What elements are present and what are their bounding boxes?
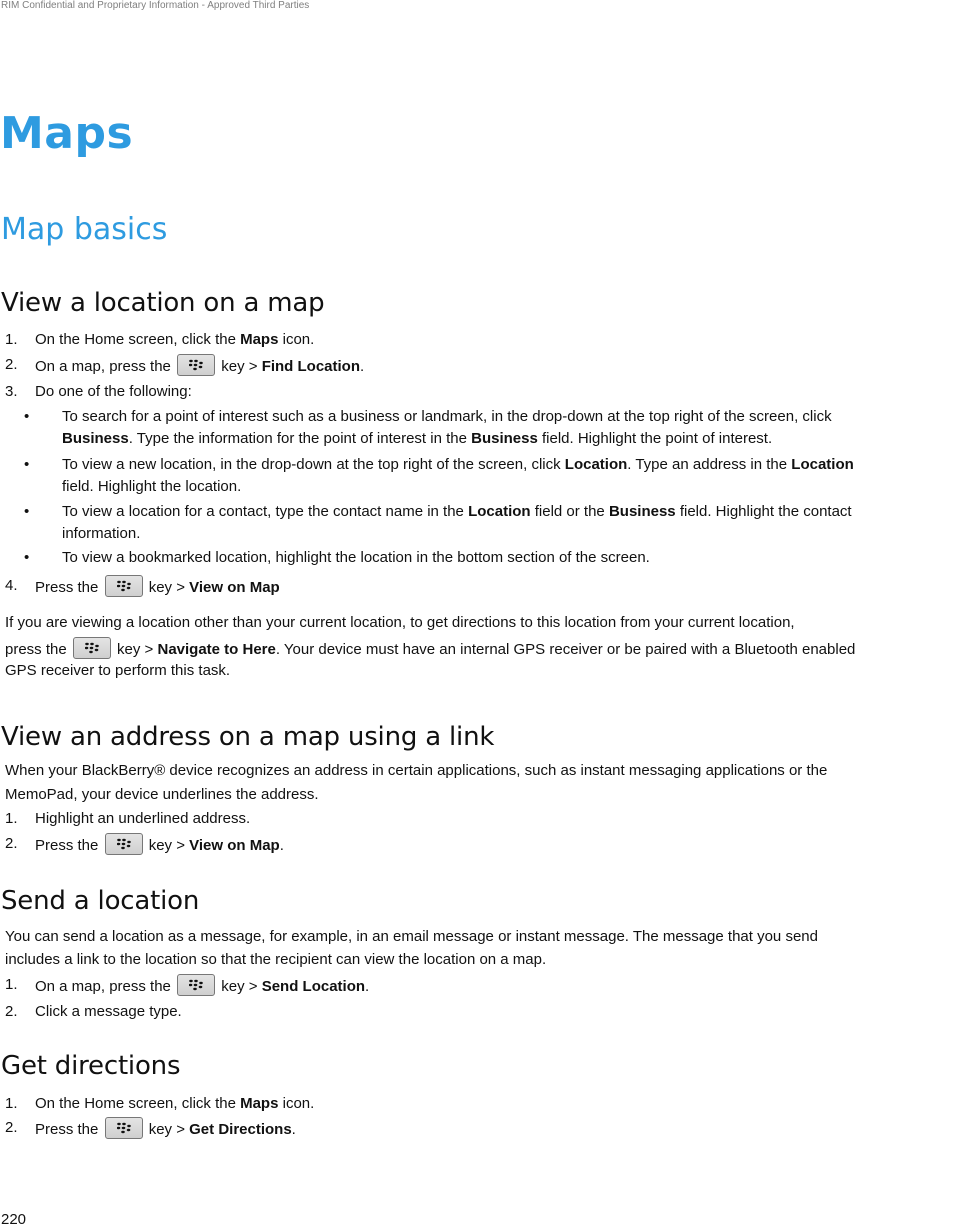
step-text: On a map, press the key > Send Location.	[35, 974, 369, 998]
bullet-icon: •	[24, 408, 30, 425]
blackberry-menu-key-icon	[104, 575, 143, 597]
step-number: 2.	[5, 1003, 18, 1020]
blackberry-menu-key-icon	[72, 637, 111, 659]
step-text: Press the key > Get Directions.	[35, 1117, 296, 1141]
bullet-icon: •	[24, 456, 30, 473]
step-text: On the Home screen, click the Maps icon.	[35, 1095, 315, 1112]
step-text: Press the key > View on Map	[35, 575, 280, 599]
confidentiality-header: RIM Confidential and Proprietary Informa…	[1, 0, 310, 11]
heading-view-address: View an address on a map using a link	[1, 722, 495, 752]
step-number: 4.	[5, 577, 18, 594]
note-text: GPS receiver to perform this task.	[5, 662, 231, 679]
bullet-text: To view a new location, in the drop-down…	[62, 456, 854, 473]
bullet-icon: •	[24, 549, 30, 566]
heading-view-location: View a location on a map	[1, 288, 325, 318]
bullet-text: To search for a point of interest such a…	[62, 408, 832, 425]
step-number: 1.	[5, 810, 18, 827]
step-text: On the Home screen, click the Maps icon.	[35, 331, 315, 348]
heading-get-directions: Get directions	[1, 1051, 181, 1081]
bullet-text: To view a bookmarked location, highlight…	[62, 549, 650, 566]
blackberry-menu-key-icon	[104, 833, 143, 855]
bullet-text: information.	[62, 525, 141, 542]
intro-text: MemoPad, your device underlines the addr…	[5, 786, 319, 803]
intro-text: When your BlackBerry® device recognizes …	[5, 762, 828, 779]
heading-send-location: Send a location	[1, 886, 200, 916]
bullet-text: To view a location for a contact, type t…	[62, 503, 852, 520]
page-number: 220	[1, 1211, 27, 1228]
step-text: Do one of the following:	[35, 383, 192, 400]
note-text: If you are viewing a location other than…	[5, 614, 795, 631]
bullet-text: Business. Type the information for the p…	[62, 430, 773, 447]
step-text: On a map, press the key > Find Location.	[35, 354, 364, 378]
step-number: 2.	[5, 1119, 18, 1136]
intro-text: You can send a location as a message, fo…	[5, 928, 818, 945]
page-title: Maps	[0, 108, 134, 159]
step-text: Press the key > View on Map.	[35, 833, 284, 857]
intro-text: includes a link to the location so that …	[5, 951, 547, 968]
step-text: Click a message type.	[35, 1003, 182, 1020]
step-number: 3.	[5, 383, 18, 400]
step-number: 1.	[5, 976, 18, 993]
blackberry-menu-key-icon	[177, 354, 216, 376]
step-number: 2.	[5, 356, 18, 373]
note-text: press the key > Navigate to Here. Your d…	[5, 637, 855, 661]
bullet-icon: •	[24, 503, 30, 520]
step-number: 2.	[5, 835, 18, 852]
step-number: 1.	[5, 1095, 18, 1112]
step-number: 1.	[5, 331, 18, 348]
blackberry-menu-key-icon	[104, 1117, 143, 1139]
section-title: Map basics	[1, 212, 168, 247]
bullet-text: field. Highlight the location.	[62, 478, 242, 495]
blackberry-menu-key-icon	[177, 974, 216, 996]
step-text: Highlight an underlined address.	[35, 810, 251, 827]
